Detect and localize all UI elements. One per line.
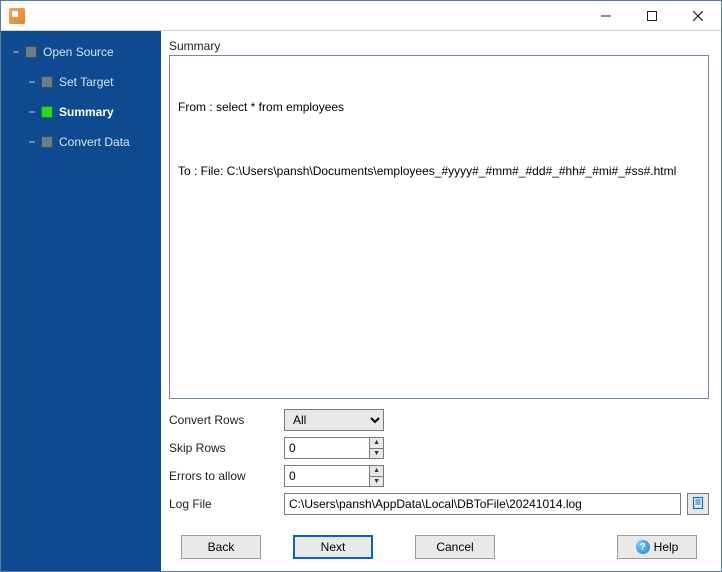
app-icon [9, 8, 25, 24]
step-summary[interactable]: Summary [1, 101, 161, 123]
summary-label: Summary [169, 39, 709, 53]
help-button-label: Help [654, 540, 679, 554]
body: Open Source Set Target Summary Convert D… [1, 31, 721, 571]
log-file-browse-button[interactable] [687, 493, 709, 515]
step-box-icon [41, 136, 53, 148]
row-log-file: Log File [169, 493, 709, 515]
back-button[interactable]: Back [181, 535, 261, 559]
tree-dash-icon [29, 81, 35, 83]
row-convert-rows: Convert Rows All [169, 409, 709, 431]
errors-allow-input[interactable] [285, 466, 369, 486]
step-label: Open Source [43, 45, 114, 59]
spin-down-icon[interactable]: ▼ [370, 477, 383, 487]
tree-dash-icon [13, 51, 19, 53]
document-icon [691, 496, 705, 513]
row-errors-allow: Errors to allow ▲ ▼ [169, 465, 709, 487]
log-file-label: Log File [169, 497, 284, 511]
cancel-button[interactable]: Cancel [415, 535, 495, 559]
step-label: Summary [59, 105, 114, 119]
row-skip-rows: Skip Rows ▲ ▼ [169, 437, 709, 459]
help-button[interactable]: ? Help [617, 535, 697, 559]
help-icon: ? [636, 540, 650, 554]
titlebar [1, 1, 721, 31]
spin-up-icon[interactable]: ▲ [370, 466, 383, 477]
step-box-icon [41, 106, 53, 118]
main-panel: Summary From : select * from employees T… [161, 31, 721, 571]
summary-from-line: From : select * from employees [178, 98, 700, 116]
step-convert-data[interactable]: Convert Data [1, 131, 161, 153]
spin-down-icon[interactable]: ▼ [370, 449, 383, 459]
maximize-button[interactable] [629, 1, 675, 31]
convert-rows-label: Convert Rows [169, 413, 284, 427]
tree-dash-icon [29, 141, 35, 143]
step-box-icon [41, 76, 53, 88]
wizard-sidebar: Open Source Set Target Summary Convert D… [1, 31, 161, 571]
summary-to-line: To : File: C:\Users\pansh\Documents\empl… [178, 162, 700, 180]
step-open-source[interactable]: Open Source [1, 41, 161, 63]
errors-allow-spinner[interactable]: ▲ ▼ [284, 465, 384, 487]
close-button[interactable] [675, 1, 721, 31]
skip-rows-spinner[interactable]: ▲ ▼ [284, 437, 384, 459]
options-form: Convert Rows All Skip Rows ▲ ▼ [169, 399, 709, 525]
skip-rows-label: Skip Rows [169, 441, 284, 455]
step-set-target[interactable]: Set Target [1, 71, 161, 93]
step-label: Set Target [59, 75, 113, 89]
step-label: Convert Data [59, 135, 130, 149]
app-window: Open Source Set Target Summary Convert D… [0, 0, 722, 572]
summary-text: From : select * from employees To : File… [169, 55, 709, 399]
minimize-button[interactable] [583, 1, 629, 31]
log-file-input[interactable] [284, 493, 681, 515]
tree-dash-icon [29, 111, 35, 113]
step-box-icon [25, 46, 37, 58]
spin-up-icon[interactable]: ▲ [370, 438, 383, 449]
errors-allow-label: Errors to allow [169, 469, 284, 483]
skip-rows-input[interactable] [285, 438, 369, 458]
button-bar: Back Next Cancel ? Help [169, 525, 709, 571]
next-button[interactable]: Next [293, 535, 373, 559]
convert-rows-select[interactable]: All [284, 409, 384, 431]
